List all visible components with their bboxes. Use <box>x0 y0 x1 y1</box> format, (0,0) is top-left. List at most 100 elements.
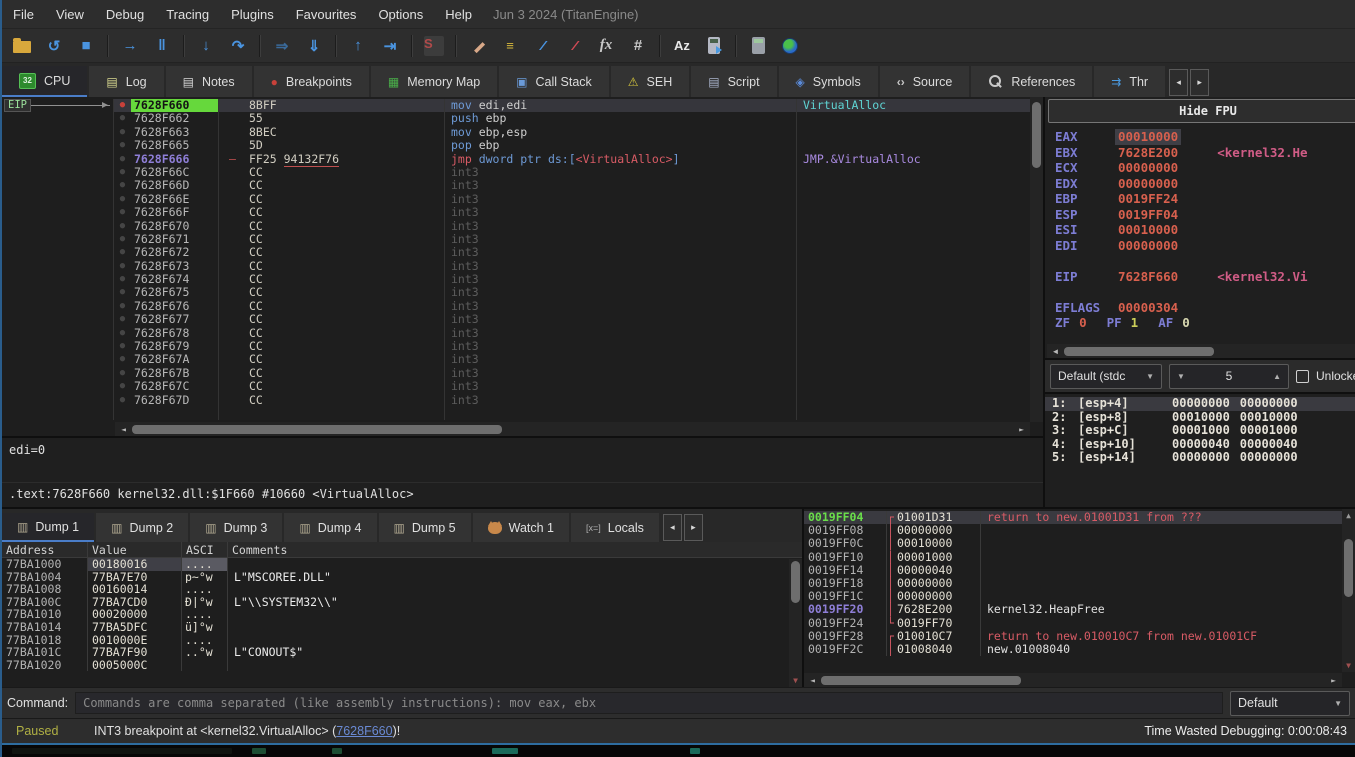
stack-row[interactable]: 0019FF2C│01008040new.01008040 <box>804 643 1355 656</box>
argument-row[interactable]: 4:[esp+10]0000004000000040 <box>1045 438 1355 452</box>
dump-tab-scroll-right[interactable]: ▸ <box>684 514 703 541</box>
menu-file[interactable]: File <box>2 7 45 22</box>
tab-log[interactable]: ▤Log <box>89 66 163 97</box>
register-row[interactable]: EFLAGS00000304 <box>1045 300 1355 316</box>
bp-dot-icon[interactable]: ● <box>114 340 131 353</box>
bp-dot-icon[interactable]: ● <box>114 246 131 259</box>
stack-vscrollbar[interactable]: ▲ ▼ <box>1342 509 1355 672</box>
dump-row[interactable]: 77BA101477BA5DFCü]°w <box>2 621 802 634</box>
bp-dot-icon[interactable]: ● <box>114 327 131 340</box>
register-row[interactable]: EIP7628F660<kernel32.Vi <box>1045 269 1355 285</box>
disassembly-view[interactable]: EIP●7628F6608BFFmov edi,ediVirtualAlloc●… <box>2 97 1043 436</box>
argument-row[interactable]: 5:[esp+14]0000000000000000 <box>1045 451 1355 465</box>
bp-dot-icon[interactable]: ● <box>114 193 131 206</box>
disasm-row[interactable]: ●7628F671CCint3 <box>2 233 1043 246</box>
disasm-row[interactable]: ●7628F678CCint3 <box>2 327 1043 340</box>
disasm-row[interactable]: ●7628F66FCCint3 <box>2 206 1043 219</box>
tab-dump-2[interactable]: ▥Dump 2 <box>96 513 188 542</box>
toolbar-button[interactable] <box>7 33 37 59</box>
scroll-up-icon[interactable]: ▲ <box>1342 511 1355 520</box>
bp-dot-icon[interactable]: ● <box>114 220 131 233</box>
bp-dot-icon[interactable]: ● <box>114 380 131 393</box>
stack-row[interactable]: 0019FF24└0019FF70 <box>804 617 1355 630</box>
command-profile-dropdown[interactable]: Default ▼ <box>1230 691 1350 716</box>
toolbar-button[interactable]: ⇓ <box>299 33 329 59</box>
toolbar-button[interactable]: ↺ <box>39 33 69 59</box>
toolbar-button[interactable]: ■ <box>71 33 101 59</box>
hide-fpu-button[interactable]: Hide FPU <box>1048 99 1355 123</box>
scroll-left-icon[interactable]: ◄ <box>1049 347 1062 356</box>
tab-notes[interactable]: ▤Notes <box>166 66 252 97</box>
disasm-row[interactable]: EIP●7628F6608BFFmov edi,ediVirtualAlloc <box>2 99 1043 112</box>
scroll-thumb[interactable] <box>132 425 502 434</box>
scroll-thumb[interactable] <box>1032 102 1041 168</box>
menu-options[interactable]: Options <box>367 7 434 22</box>
register-row[interactable]: ZF0PF1AF0 <box>1045 315 1355 331</box>
bp-dot-icon[interactable]: ● <box>114 367 131 380</box>
scroll-left-icon[interactable]: ◄ <box>117 425 130 434</box>
tab-thr[interactable]: ⇉Thr <box>1094 66 1165 97</box>
bp-dot-icon[interactable]: ● <box>114 153 131 166</box>
toolbar-button[interactable]: ⇒ <box>267 33 297 59</box>
bp-dot-icon[interactable]: ● <box>114 300 131 313</box>
toolbar-button[interactable]: S <box>419 33 449 59</box>
register-row[interactable]: ESI00010000 <box>1045 222 1355 238</box>
disasm-row[interactable]: ●7628F670CCint3 <box>2 220 1043 233</box>
tab-dump-5[interactable]: ▥Dump 5 <box>379 513 471 542</box>
spinner-down-icon[interactable]: ▼ <box>1177 372 1185 381</box>
dump-tab-scroll-left[interactable]: ◂ <box>663 514 682 541</box>
bp-dot-icon[interactable]: ● <box>114 260 131 273</box>
scroll-down-icon[interactable]: ▼ <box>789 676 802 685</box>
column-header[interactable]: Value <box>88 542 182 557</box>
disasm-vscrollbar[interactable] <box>1030 97 1043 422</box>
scroll-thumb[interactable] <box>821 676 1021 685</box>
disasm-row[interactable]: ●7628F66255push ebp <box>2 112 1043 125</box>
tab-cpu[interactable]: 32CPU <box>2 66 87 97</box>
tab-watch-1[interactable]: Watch 1 <box>473 513 569 542</box>
disasm-row[interactable]: ●7628F676CCint3 <box>2 300 1043 313</box>
scroll-thumb[interactable] <box>791 561 800 603</box>
toolbar-button[interactable]: ▬ <box>463 33 493 59</box>
menu-view[interactable]: View <box>45 7 95 22</box>
disasm-row[interactable]: ●7628F666–FF25 94132F76jmp dword ptr ds:… <box>2 153 1043 166</box>
dump-row[interactable]: 77BA101C77BA7F90..°wL"CONOUT$" <box>2 646 802 659</box>
disasm-row[interactable]: ●7628F66CCCint3 <box>2 166 1043 179</box>
dump-row[interactable]: 77BA100800160014.... <box>2 583 802 596</box>
register-row[interactable] <box>1045 284 1355 300</box>
scroll-left-icon[interactable]: ◄ <box>806 676 819 685</box>
unlocked-checkbox[interactable] <box>1296 370 1309 383</box>
disasm-row[interactable]: ●7628F67CCCint3 <box>2 380 1043 393</box>
toolbar-button[interactable]: # <box>623 33 653 59</box>
argument-row[interactable]: 3:[esp+C]0000100000001000 <box>1045 424 1355 438</box>
toolbar-button[interactable]: Aᴢ <box>667 33 697 59</box>
toolbar-button[interactable]: ↓ <box>191 33 221 59</box>
toolbar-button[interactable] <box>699 33 729 59</box>
register-row[interactable]: EBP0019FF24 <box>1045 191 1355 207</box>
dump-row[interactable]: 77BA10200005000C <box>2 659 802 672</box>
disasm-row[interactable]: ●7628F672CCint3 <box>2 246 1043 259</box>
tab-script[interactable]: ▤Script <box>691 66 776 97</box>
registers-hscrollbar[interactable]: ◄ ► <box>1047 344 1355 358</box>
disasm-row[interactable] <box>2 407 1043 420</box>
dump-row[interactable]: 77BA100000180016.... <box>2 558 802 571</box>
argument-row[interactable]: 1:[esp+4]0000000000000000 <box>1045 397 1355 411</box>
tab-scroll-right[interactable]: ▸ <box>1190 69 1209 96</box>
bp-dot-icon[interactable]: ● <box>114 179 131 192</box>
stack-row[interactable]: 0019FF28┌010010C7return to new.010010C7 … <box>804 630 1355 643</box>
bp-dot-icon[interactable]: ● <box>114 233 131 246</box>
disasm-row[interactable]: ●7628F675CCint3 <box>2 286 1043 299</box>
scroll-thumb[interactable] <box>1344 539 1353 597</box>
menu-help[interactable]: Help <box>434 7 483 22</box>
toolbar-button[interactable]: ‖ <box>147 33 177 59</box>
toolbar-button[interactable]: ≡ <box>495 33 525 59</box>
register-row[interactable]: EBX7628E200<kernel32.He <box>1045 145 1355 161</box>
bp-dot-icon[interactable]: ● <box>114 166 131 179</box>
toolbar-button[interactable] <box>743 33 773 59</box>
tab-dump-4[interactable]: ▥Dump 4 <box>284 513 376 542</box>
breakpoint-dot[interactable]: ● <box>114 99 131 112</box>
menu-plugins[interactable]: Plugins <box>220 7 285 22</box>
scroll-right-icon[interactable]: ► <box>1327 676 1340 685</box>
bp-dot-icon[interactable]: ● <box>114 394 131 407</box>
bp-dot-icon[interactable]: ● <box>114 126 131 139</box>
bp-dot-icon[interactable] <box>114 407 131 420</box>
